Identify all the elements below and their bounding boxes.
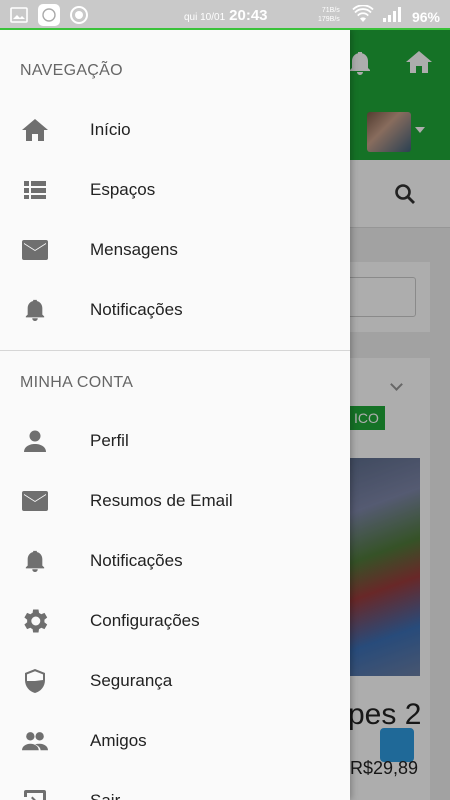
drawer-item-label: Sair	[90, 791, 120, 800]
people-icon	[22, 728, 48, 754]
drawer-item-notificacoes-conta[interactable]: Notificações	[0, 531, 350, 591]
status-date: qui 10/01	[184, 12, 226, 23]
mail-icon	[22, 488, 48, 514]
section-title-navigation: NAVEGAÇÃO	[20, 62, 123, 79]
speed-up: 71B/s	[321, 7, 340, 14]
signal-icon	[382, 5, 404, 28]
drawer-item-configuracoes[interactable]: Configurações	[0, 591, 350, 651]
drawer-item-espacos[interactable]: Espaços	[0, 160, 350, 220]
status-bar: qui 10/01 20:43 71B/s 179B/s 96%	[0, 0, 450, 30]
drawer-item-notificacoes[interactable]: Notificações	[0, 280, 350, 340]
drawer-item-resumos-de-email[interactable]: Resumos de Email	[0, 471, 350, 531]
drawer-item-amigos[interactable]: Amigos	[0, 711, 350, 771]
section-divider	[0, 350, 350, 351]
drawer-item-label: Notificações	[90, 551, 183, 570]
exit-icon	[22, 788, 48, 800]
drawer-item-label: Mensagens	[90, 240, 178, 259]
drawer-item-inicio[interactable]: Início	[0, 100, 350, 160]
drawer-item-label: Início	[90, 120, 131, 139]
app-notification-icon	[38, 4, 60, 26]
drawer-item-label: Resumos de Email	[90, 491, 233, 510]
drawer-item-label: Configurações	[90, 611, 200, 630]
drawer-item-seguranca[interactable]: Segurança	[0, 651, 350, 711]
list-icon	[22, 177, 48, 203]
drawer-item-perfil[interactable]: Perfil	[0, 411, 350, 471]
person-icon	[22, 428, 48, 454]
navigation-drawer: NAVEGAÇÃO Início Espaços Mensagens Notif…	[0, 30, 350, 800]
battery-level: 96%	[411, 8, 440, 25]
drawer-item-label: Perfil	[90, 431, 129, 450]
section-title-minha-conta: MINHA CONTA	[20, 374, 134, 391]
status-time: 20:43	[229, 7, 268, 24]
drawer-item-label: Segurança	[90, 671, 173, 690]
drawer-item-mensagens[interactable]: Mensagens	[0, 220, 350, 280]
mail-icon	[22, 237, 48, 263]
record-notification-icon	[68, 4, 90, 26]
drawer-item-label: Notificações	[90, 300, 183, 319]
home-icon	[22, 117, 48, 143]
gallery-notification-icon	[8, 4, 30, 26]
bell-icon	[22, 548, 48, 574]
wifi-icon	[352, 4, 374, 28]
drawer-item-sair[interactable]: Sair	[0, 771, 350, 800]
speed-down: 179B/s	[318, 16, 340, 23]
bell-icon	[22, 297, 48, 323]
drawer-item-label: Espaços	[90, 180, 156, 199]
gear-icon	[22, 608, 48, 634]
drawer-item-label: Amigos	[90, 731, 147, 750]
shield-icon	[22, 668, 48, 694]
network-speed: 71B/s 179B/s	[318, 6, 340, 24]
